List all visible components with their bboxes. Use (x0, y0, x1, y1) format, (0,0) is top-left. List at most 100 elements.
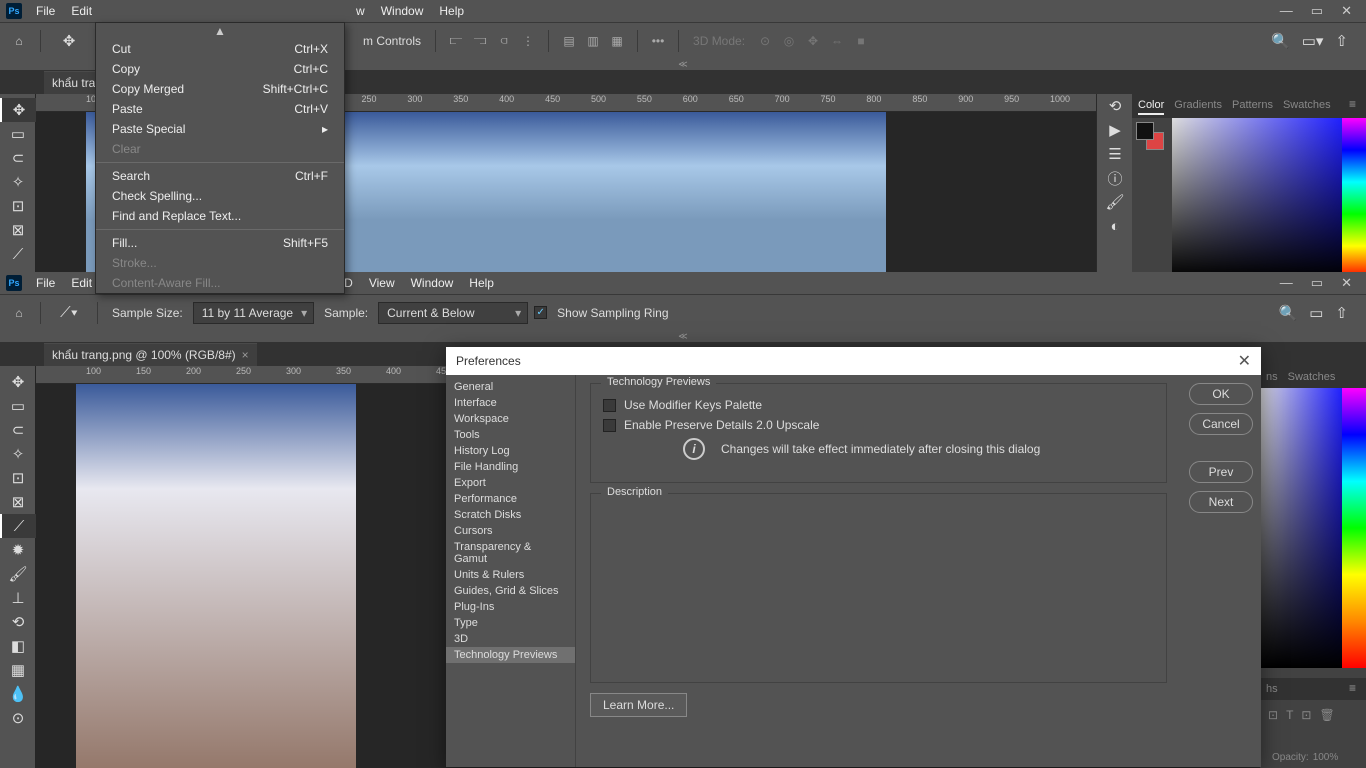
wand-tool-icon[interactable]: ✧ (0, 170, 36, 194)
cat-export[interactable]: Export (446, 475, 575, 491)
cat-guides-grid[interactable]: Guides, Grid & Slices (446, 583, 575, 599)
healing-tool-icon[interactable]: ✹ (0, 538, 36, 562)
canvas-image[interactable] (76, 384, 356, 768)
collapsed-panel-col[interactable]: ⟲ ▶ ☰ ⓘ 🖌 ◐ (1096, 94, 1132, 272)
menu-copy[interactable]: CopyCtrl+C (96, 59, 344, 79)
brush-icon[interactable]: 🖌 (1097, 190, 1133, 214)
eyedropper-tool-icon[interactable]: ⟋ (0, 242, 36, 266)
minimize-icon[interactable]: — (1280, 3, 1293, 19)
distribute-bot-icon[interactable]: ▦ (607, 31, 627, 51)
lasso-tool-icon[interactable]: ⊂ (0, 418, 36, 442)
share-icon[interactable]: ⇧ (1335, 32, 1348, 50)
show-ring-checkbox[interactable]: ✓ (534, 306, 547, 319)
search-icon[interactable]: 🔍 (1279, 304, 1298, 322)
cat-workspace[interactable]: Workspace (446, 411, 575, 427)
trash-icon[interactable]: 🗑 (1319, 708, 1334, 722)
panel-menu-icon[interactable]: ≡ (1345, 681, 1360, 697)
link-icon[interactable]: ⊡ (1301, 708, 1311, 722)
hue-slider[interactable] (1342, 118, 1366, 278)
cat-plugins[interactable]: Plug-Ins (446, 599, 575, 615)
more-icon[interactable]: ••• (648, 31, 668, 51)
history-icon[interactable]: ⟲ (1097, 94, 1133, 118)
eraser-tool-icon[interactable]: ◧ (0, 634, 36, 658)
cat-interface[interactable]: Interface (446, 395, 575, 411)
move-tool-icon[interactable]: ✥ (0, 370, 36, 394)
menu-file[interactable]: File (28, 1, 63, 21)
align-right-icon[interactable]: ⫏ (494, 31, 514, 51)
cancel-button[interactable]: Cancel (1189, 413, 1253, 435)
tab-close-icon[interactable]: × (242, 348, 249, 362)
preserve-details-checkbox[interactable] (603, 419, 616, 432)
opacity-value[interactable]: 100% (1313, 752, 1339, 763)
home-icon[interactable]: ⌂ (8, 31, 30, 51)
menu-file[interactable]: File (28, 273, 63, 293)
menu-paste-special[interactable]: Paste Special (96, 119, 344, 139)
minimize-icon[interactable]: — (1280, 275, 1293, 291)
play-icon[interactable]: ▶ (1097, 118, 1133, 142)
panel-menu-icon[interactable]: ≡ (1345, 97, 1360, 115)
cat-tools[interactable]: Tools (446, 427, 575, 443)
menu-truncated[interactable]: w (348, 1, 373, 21)
gradient-tool-icon[interactable]: ▦ (0, 658, 36, 682)
eyedropper-tool-icon[interactable]: ⟋ (0, 514, 36, 538)
menu-paste[interactable]: PasteCtrl+V (96, 99, 344, 119)
cat-type[interactable]: Type (446, 615, 575, 631)
crop-tool-icon[interactable]: ⊡ (0, 466, 36, 490)
menu-scroll-up-icon[interactable]: ▲ (96, 23, 344, 39)
menu-find-replace[interactable]: Find and Replace Text... (96, 206, 344, 226)
align-left-icon[interactable]: ⫍ (446, 31, 466, 51)
menu-view[interactable]: View (361, 273, 403, 293)
patterns-tab[interactable]: Patterns (1232, 97, 1273, 115)
color-field[interactable] (1172, 118, 1342, 278)
move-tool-icon[interactable]: ✥ (51, 29, 87, 53)
color-field[interactable] (1260, 388, 1342, 668)
history-brush-icon[interactable]: ⟲ (0, 610, 36, 634)
cat-transparency[interactable]: Transparency & Gamut (446, 539, 575, 567)
adjustments-icon[interactable]: ◐ (1097, 214, 1133, 238)
menu-search[interactable]: SearchCtrl+F (96, 166, 344, 186)
collapse-bot-row[interactable]: ≪ (0, 330, 1366, 342)
gradients-tab[interactable]: Gradients (1174, 97, 1222, 115)
fg-bg-swatch[interactable] (1136, 122, 1164, 150)
next-button[interactable]: Next (1189, 491, 1253, 513)
distribute-mid-icon[interactable]: ▥ (583, 31, 603, 51)
dialog-close-icon[interactable]: ✕ (1238, 351, 1251, 371)
document-tab[interactable]: khẩu trang.png @ 100% (RGB/8#) × (44, 343, 257, 366)
menu-help[interactable]: Help (461, 273, 502, 293)
modifier-keys-checkbox[interactable] (603, 399, 616, 412)
maximize-icon[interactable]: ▭ (1311, 3, 1323, 19)
menu-window[interactable]: Window (373, 1, 432, 21)
home-icon[interactable]: ⌂ (8, 303, 30, 323)
cat-history-log[interactable]: History Log (446, 443, 575, 459)
cat-file-handling[interactable]: File Handling (446, 459, 575, 475)
cat-general[interactable]: General (446, 379, 575, 395)
cat-performance[interactable]: Performance (446, 491, 575, 507)
align-icon[interactable]: ⊡ (1268, 708, 1278, 722)
sample-dropdown[interactable]: Current & Below (378, 302, 528, 324)
menu-copy-merged[interactable]: Copy MergedShift+Ctrl+C (96, 79, 344, 99)
truncated-tab[interactable]: ns (1266, 369, 1278, 385)
align-spacing-icon[interactable]: ⋮ (518, 31, 538, 51)
menu-fill[interactable]: Fill...Shift+F5 (96, 233, 344, 253)
dodge-tool-icon[interactable]: ⊙ (0, 706, 36, 730)
crop-tool-icon[interactable]: ⊡ (0, 194, 36, 218)
blur-tool-icon[interactable]: 💧 (0, 682, 36, 706)
eyedropper-icon[interactable]: ⟋▾ (51, 301, 87, 325)
menu-edit[interactable]: Edit (63, 1, 100, 21)
maximize-icon[interactable]: ▭ (1311, 275, 1323, 291)
hue-slider[interactable] (1342, 388, 1366, 668)
frame-tool-icon[interactable]: ⊠ (0, 490, 36, 514)
prev-button[interactable]: Prev (1189, 461, 1253, 483)
ok-button[interactable]: OK (1189, 383, 1253, 405)
workspace-icon[interactable]: ▭ (1309, 304, 1323, 322)
move-tool-icon[interactable]: ✥ (0, 98, 36, 122)
brush-tool-icon[interactable]: 🖌 (0, 562, 36, 586)
menu-check-spelling[interactable]: Check Spelling... (96, 186, 344, 206)
close-icon[interactable]: ✕ (1341, 3, 1352, 19)
search-icon[interactable]: 🔍 (1271, 32, 1290, 50)
cat-3d[interactable]: 3D (446, 631, 575, 647)
truncated-tab-2[interactable]: hs (1266, 681, 1278, 697)
type-icon[interactable]: T (1286, 708, 1293, 722)
frame-tool-icon[interactable]: ⊠ (0, 218, 36, 242)
workspace-icon[interactable]: ▭▾ (1302, 32, 1324, 50)
